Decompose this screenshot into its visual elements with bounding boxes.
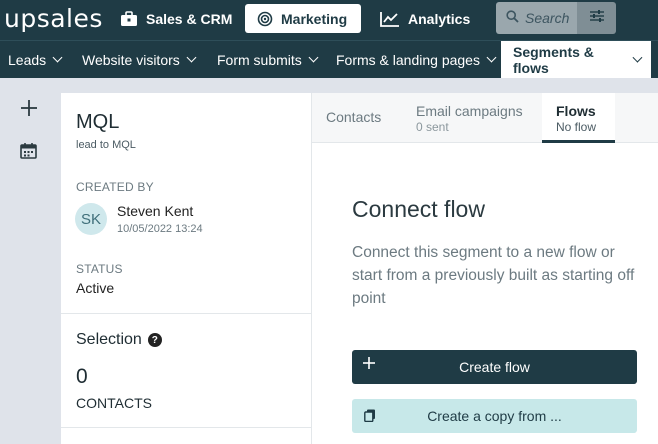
tab-email-campaigns[interactable]: Email campaigns 0 sent <box>402 93 537 143</box>
create-copy-label: Create a copy from ... <box>427 408 562 424</box>
segment-title: MQL <box>76 111 120 133</box>
connect-flow-description: Connect this segment to a new flow or st… <box>352 244 635 307</box>
subnav-website-visitors-label: Website visitors <box>82 51 180 68</box>
chevron-down-icon <box>186 52 197 63</box>
search-icon <box>506 10 519 26</box>
chevron-down-icon <box>632 52 643 63</box>
briefcase-icon <box>120 10 138 27</box>
creator-name: Steven Kent <box>117 203 194 219</box>
nav-analytics[interactable]: Analytics <box>368 4 482 33</box>
nav-sales-crm[interactable]: Sales & CRM <box>108 4 244 33</box>
chevron-down-icon <box>52 52 63 63</box>
selection-label: Selection <box>76 331 142 348</box>
subnav-segments-flows[interactable]: Segments & flows <box>501 41 651 78</box>
subnav-website-visitors[interactable]: Website visitors <box>82 41 197 78</box>
subnav-leads[interactable]: Leads <box>8 41 63 78</box>
segment-tabs: Contacts Email campaigns 0 sent Flows No… <box>312 93 658 143</box>
sliders-icon <box>589 9 605 28</box>
top-navigation-bar: upsales Sales & CRM Marketing Analytics … <box>0 0 658 40</box>
segment-info-panel: MQL lead to MQL CREATED BY SK Steven Ken… <box>61 93 311 444</box>
chevron-down-icon <box>486 52 497 63</box>
connect-flow-heading: Connect flow <box>352 196 485 222</box>
copy-document-icon <box>364 409 376 425</box>
nav-analytics-label: Analytics <box>408 10 471 27</box>
subnav-form-submits[interactable]: Form submits <box>217 41 319 78</box>
created-by-label: CREATED BY <box>76 180 154 194</box>
target-icon <box>257 11 273 27</box>
help-icon[interactable]: ? <box>147 333 162 347</box>
search-input[interactable]: Search <box>496 2 577 34</box>
create-copy-button[interactable]: Create a copy from ... <box>352 399 637 433</box>
contact-count: 0 <box>76 365 88 388</box>
status-value: Active <box>76 280 115 296</box>
subnav-forms-landing-pages-label: Forms & landing pages <box>336 51 480 68</box>
create-flow-label: Create flow <box>459 359 530 375</box>
divider <box>61 313 311 314</box>
created-date: 10/05/2022 13:24 <box>117 223 203 235</box>
sub-navigation-bar: Leads Website visitors Form submits Form… <box>0 40 658 78</box>
contacts-label: CONTACTS <box>76 395 152 411</box>
segment-main-panel: Contacts Email campaigns 0 sent Flows No… <box>311 93 658 444</box>
subnav-segments-flows-label: Segments & flows <box>513 43 594 76</box>
tab-contacts-label: Contacts <box>326 109 382 125</box>
subnav-form-submits-label: Form submits <box>217 51 302 68</box>
selection-heading: Selection ? <box>76 331 162 349</box>
tab-email-campaigns-sub: 0 sent <box>416 120 449 134</box>
status-label: STATUS <box>76 262 123 276</box>
nav-marketing[interactable]: Marketing <box>245 4 361 33</box>
create-flow-button[interactable]: Create flow <box>352 350 637 384</box>
calendar-icon[interactable] <box>20 142 37 164</box>
filter-settings-button[interactable] <box>577 2 616 34</box>
subnav-forms-landing-pages[interactable]: Forms & landing pages <box>336 41 497 78</box>
plus-icon <box>362 356 376 370</box>
add-icon[interactable] <box>18 97 40 119</box>
subnav-leads-label: Leads <box>8 51 47 68</box>
chevron-down-icon <box>308 52 319 63</box>
tab-flows-label: Flows <box>556 103 596 119</box>
tab-contacts[interactable]: Contacts <box>312 93 395 143</box>
nav-sales-crm-label: Sales & CRM <box>146 10 233 27</box>
nav-marketing-label: Marketing <box>281 10 348 27</box>
tab-flows[interactable]: Flows No flow <box>542 93 615 143</box>
search-placeholder: Search <box>525 10 570 26</box>
avatar: SK <box>75 203 107 235</box>
segment-subtitle: lead to MQL <box>76 139 136 151</box>
divider <box>61 427 311 428</box>
tab-email-campaigns-label: Email campaigns <box>416 103 523 119</box>
tab-flows-sub: No flow <box>556 120 597 134</box>
line-chart-icon <box>380 11 400 27</box>
upsales-logo[interactable]: upsales <box>4 4 103 33</box>
